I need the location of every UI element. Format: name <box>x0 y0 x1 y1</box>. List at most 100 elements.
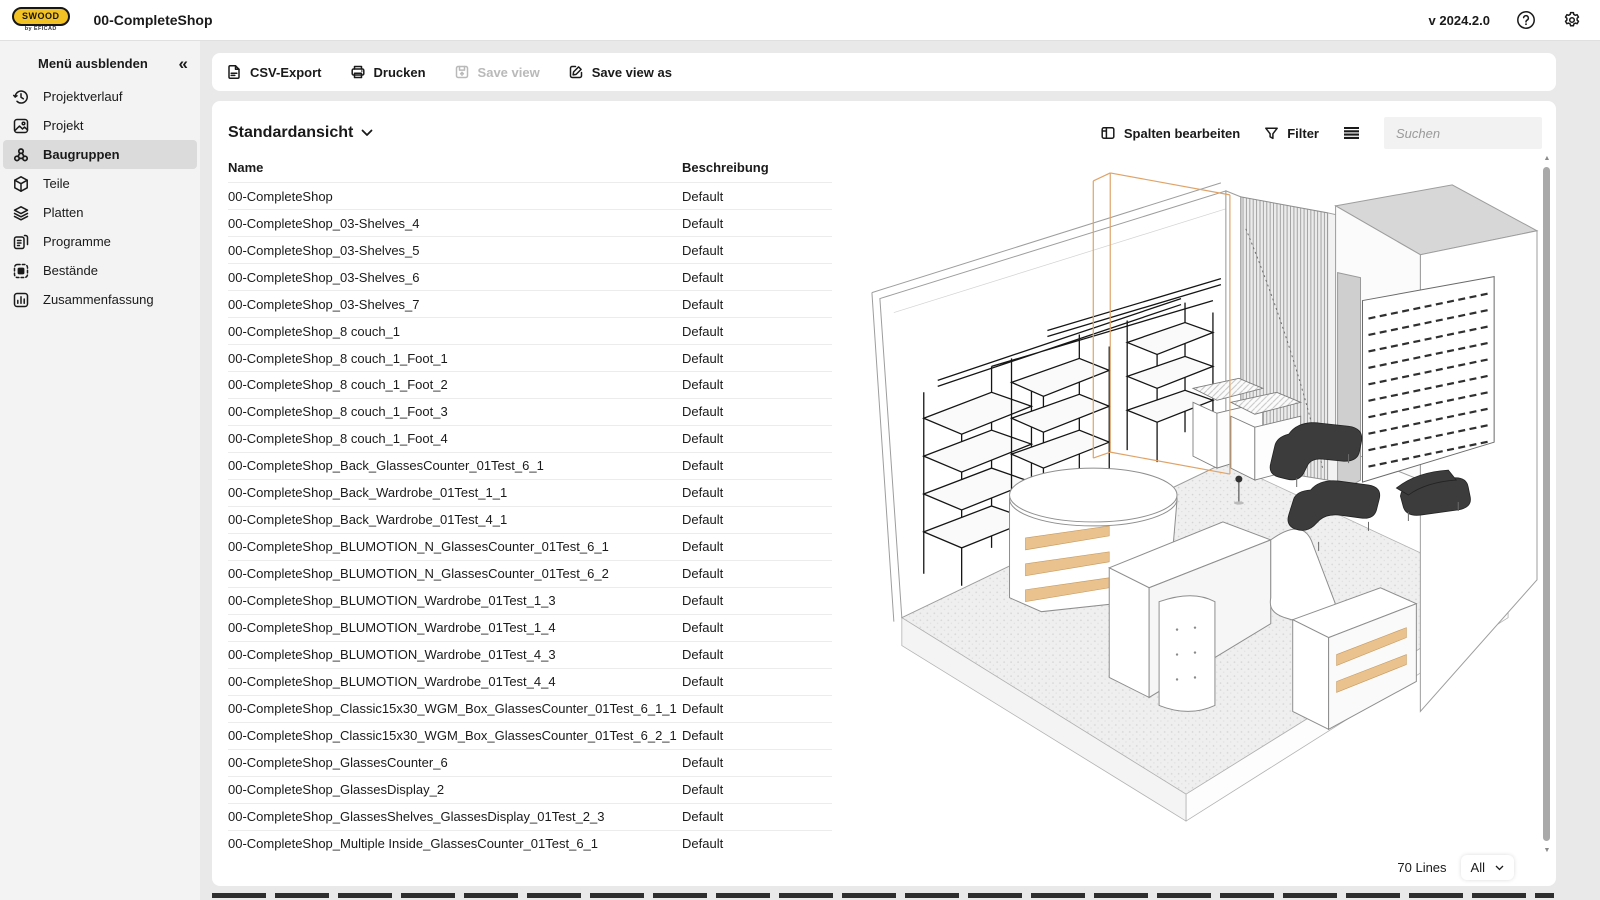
filter-button[interactable]: Filter <box>1264 126 1319 141</box>
sidebar-item-teile[interactable]: Teile <box>3 169 197 198</box>
column-header-name[interactable]: Name <box>228 151 682 183</box>
edit-columns-label: Spalten bearbeiten <box>1124 126 1240 141</box>
save-view-as-icon <box>568 64 584 80</box>
cell-name: 00-CompleteShop_Back_Wardrobe_01Test_4_1 <box>228 506 682 533</box>
table-row[interactable]: 00-CompleteShop_GlassesDisplay_2 Default <box>228 776 832 803</box>
cell-description: Default <box>682 263 832 290</box>
cell-description: Default <box>682 722 832 749</box>
cell-name: 00-CompleteShop <box>228 183 682 210</box>
table-row[interactable]: 00-CompleteShop_Back_Wardrobe_01Test_1_1… <box>228 479 832 506</box>
table-row[interactable]: 00-CompleteShop_03-Shelves_4 Default <box>228 209 832 236</box>
sidebar-item-label: Baugruppen <box>43 147 120 162</box>
edit-columns-button[interactable]: Spalten bearbeiten <box>1100 125 1240 141</box>
table-row[interactable]: 00-CompleteShop_BLUMOTION_Wardrobe_01Tes… <box>228 668 832 695</box>
row-density-icon[interactable] <box>1343 126 1360 140</box>
table-row[interactable]: 00-CompleteShop_Classic15x30_WGM_Box_Gla… <box>228 722 832 749</box>
table-row[interactable]: 00-CompleteShop_03-Shelves_5 Default <box>228 236 832 263</box>
save-view-as-button[interactable]: Save view as <box>568 64 672 80</box>
history-icon <box>12 88 30 106</box>
cell-name: 00-CompleteShop_Classic15x30_WGM_Box_Gla… <box>228 722 682 749</box>
sidebar-item-baugruppen[interactable]: Baugruppen <box>3 140 197 169</box>
scrollbar-thumb[interactable] <box>1543 167 1550 841</box>
assembly-icon <box>12 146 30 164</box>
table-row[interactable]: 00-CompleteShop_GlassesCounter_6 Default <box>228 749 832 776</box>
table-row[interactable]: 00-CompleteShop_BLUMOTION_N_GlassesCount… <box>228 533 832 560</box>
table-row[interactable]: 00-CompleteShop Default <box>228 183 832 210</box>
programs-icon <box>12 233 30 251</box>
cell-description: Default <box>682 641 832 668</box>
csv-export-button[interactable]: CSV-Export <box>226 64 322 80</box>
cell-name: 00-CompleteShop_GlassesShelves_GlassesDi… <box>228 803 682 830</box>
view-selector[interactable]: Standardansicht <box>228 124 373 142</box>
collapse-chevrons-icon[interactable]: « <box>179 55 188 72</box>
cell-description: Default <box>682 452 832 479</box>
help-icon[interactable] <box>1516 10 1536 30</box>
table-row[interactable]: 00-CompleteShop_Back_GlassesCounter_01Te… <box>228 452 832 479</box>
column-header-description[interactable]: Beschreibung <box>682 151 832 183</box>
cell-description: Default <box>682 803 832 830</box>
cell-description: Default <box>682 830 832 852</box>
table-row[interactable]: 00-CompleteShop_BLUMOTION_Wardrobe_01Tes… <box>228 614 832 641</box>
filter-funnel-icon <box>1264 126 1279 141</box>
table-row[interactable]: 00-CompleteShop_BLUMOTION_Wardrobe_01Tes… <box>228 641 832 668</box>
printer-icon <box>350 64 366 80</box>
cell-name: 00-CompleteShop_8 couch_1 <box>228 317 682 344</box>
sidebar-item-label: Bestände <box>43 263 98 278</box>
columns-icon <box>1100 125 1116 141</box>
search-input[interactable] <box>1384 117 1542 149</box>
scroll-down-arrow-icon[interactable]: ▼ <box>1542 847 1552 854</box>
cell-description: Default <box>682 183 832 210</box>
assemblies-table: Name Beschreibung 00-CompleteShop Defaul… <box>228 151 832 852</box>
table-row[interactable]: 00-CompleteShop_GlassesShelves_GlassesDi… <box>228 803 832 830</box>
cell-name: 00-CompleteShop_Back_Wardrobe_01Test_1_1 <box>228 479 682 506</box>
print-label: Drucken <box>374 65 426 80</box>
table-row[interactable]: 00-CompleteShop_03-Shelves_6 Default <box>228 263 832 290</box>
table-row[interactable]: 00-CompleteShop_8 couch_1_Foot_1 Default <box>228 344 832 371</box>
table-row[interactable]: 00-CompleteShop_03-Shelves_7 Default <box>228 290 832 317</box>
cell-name: 00-CompleteShop_8 couch_1_Foot_1 <box>228 344 682 371</box>
cell-description: Default <box>682 668 832 695</box>
sidebar-item-projektverlauf[interactable]: Projektverlauf <box>3 82 197 111</box>
table-row[interactable]: 00-CompleteShop_Classic15x30_WGM_Box_Gla… <box>228 695 832 722</box>
print-button[interactable]: Drucken <box>350 64 426 80</box>
cell-name: 00-CompleteShop_8 couch_1_Foot_3 <box>228 398 682 425</box>
cell-name: 00-CompleteShop_GlassesDisplay_2 <box>228 776 682 803</box>
table-row[interactable]: 00-CompleteShop_8 couch_1_Foot_2 Default <box>228 371 832 398</box>
cell-description: Default <box>682 614 832 641</box>
csv-file-icon <box>226 64 242 80</box>
image-icon <box>12 117 30 135</box>
swood-logo: SWOOD by EFICAD <box>12 7 70 33</box>
table-row[interactable]: 00-CompleteShop_8 couch_1 Default <box>228 317 832 344</box>
sidebar-item-projekt[interactable]: Projekt <box>3 111 197 140</box>
3d-viewport[interactable] <box>842 151 1540 852</box>
scroll-up-arrow-icon[interactable]: ▲ <box>1542 155 1552 162</box>
save-view-label: Save view <box>478 65 540 80</box>
version-label: v 2024.2.0 <box>1429 13 1490 28</box>
clipped-bottom-row <box>212 893 1554 898</box>
settings-gear-icon[interactable] <box>1562 10 1582 30</box>
table-row[interactable]: 00-CompleteShop_8 couch_1_Foot_3 Default <box>228 398 832 425</box>
sidebar-item-programme[interactable]: Programme <box>3 227 197 256</box>
sidebar-item-zusammenfassung[interactable]: Zusammenfassung <box>3 285 197 314</box>
cell-name: 00-CompleteShop_03-Shelves_7 <box>228 290 682 317</box>
assemblies-panel: Standardansicht Spalten bearbeiten <box>212 101 1556 886</box>
table-row[interactable]: 00-CompleteShop_8 couch_1_Foot_4 Default <box>228 425 832 452</box>
table-row[interactable]: 00-CompleteShop_BLUMOTION_Wardrobe_01Tes… <box>228 587 832 614</box>
cell-name: 00-CompleteShop_8 couch_1_Foot_4 <box>228 425 682 452</box>
cell-name: 00-CompleteShop_03-Shelves_5 <box>228 236 682 263</box>
table-row[interactable]: 00-CompleteShop_Back_Wardrobe_01Test_4_1… <box>228 506 832 533</box>
page-size-value: All <box>1471 860 1485 875</box>
table-row[interactable]: 00-CompleteShop_BLUMOTION_N_GlassesCount… <box>228 560 832 587</box>
page-size-select[interactable]: All <box>1461 855 1514 880</box>
swood-logo-text: SWOOD <box>12 7 70 26</box>
cell-name: 00-CompleteShop_BLUMOTION_N_GlassesCount… <box>228 533 682 560</box>
table-row[interactable]: 00-CompleteShop_Multiple Inside_GlassesC… <box>228 830 832 852</box>
sidebar-item-bestaende[interactable]: Bestände <box>3 256 197 285</box>
view-toolbar: CSV-Export Drucken Save view <box>212 53 1556 91</box>
vertical-scrollbar[interactable]: ▲ ▼ <box>1542 155 1552 854</box>
sidebar-item-platten[interactable]: Platten <box>3 198 197 227</box>
shop-3d-render <box>842 151 1540 852</box>
cell-description: Default <box>682 209 832 236</box>
sidebar-item-label: Projektverlauf <box>43 89 122 104</box>
cell-name: 00-CompleteShop_Classic15x30_WGM_Box_Gla… <box>228 695 682 722</box>
